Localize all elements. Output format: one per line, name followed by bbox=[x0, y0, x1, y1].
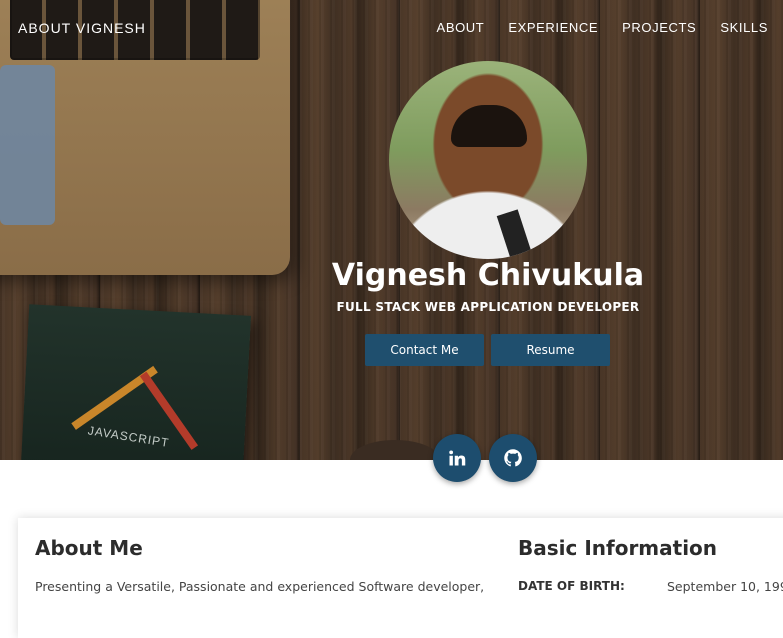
nav-link-projects[interactable]: PROJECTS bbox=[622, 20, 696, 35]
book-label: JAVASCRIPT bbox=[86, 423, 171, 451]
about-text: Presenting a Versatile, Passionate and e… bbox=[35, 579, 485, 594]
profile-hair bbox=[451, 105, 527, 147]
dob-label: DATE OF BIRTH: bbox=[518, 579, 625, 593]
contact-me-button[interactable]: Contact Me bbox=[365, 334, 484, 366]
hero-name: Vignesh Chivukula bbox=[331, 258, 645, 293]
nav-link-experience[interactable]: EXPERIENCE bbox=[508, 20, 598, 35]
nav-link-about[interactable]: ABOUT bbox=[437, 20, 485, 35]
dob-value: September 10, 1994 bbox=[667, 579, 783, 594]
book-image: JAVASCRIPT bbox=[20, 304, 252, 460]
hero-title: FULL STACK WEB APPLICATION DEVELOPER bbox=[336, 300, 640, 314]
hero-section: JAVASCRIPT ABOUT VIGNESH ABOUT EXPERIENC… bbox=[0, 0, 783, 460]
nav-links: ABOUT EXPERIENCE PROJECTS SKILLS bbox=[437, 20, 768, 35]
nav-brand[interactable]: ABOUT VIGNESH bbox=[18, 20, 146, 36]
about-card: About Me Presenting a Versatile, Passion… bbox=[18, 518, 783, 638]
laptop-image bbox=[0, 0, 290, 275]
trackpad-image bbox=[0, 65, 55, 225]
about-heading: About Me bbox=[35, 536, 143, 560]
resume-button[interactable]: Resume bbox=[491, 334, 610, 366]
github-icon bbox=[504, 449, 522, 467]
github-button[interactable] bbox=[489, 434, 537, 482]
nav-link-skills[interactable]: SKILLS bbox=[720, 20, 768, 35]
linkedin-button[interactable] bbox=[433, 434, 481, 482]
profile-photo bbox=[389, 61, 587, 259]
basic-info-heading: Basic Information bbox=[518, 536, 718, 560]
linkedin-icon bbox=[449, 450, 466, 466]
